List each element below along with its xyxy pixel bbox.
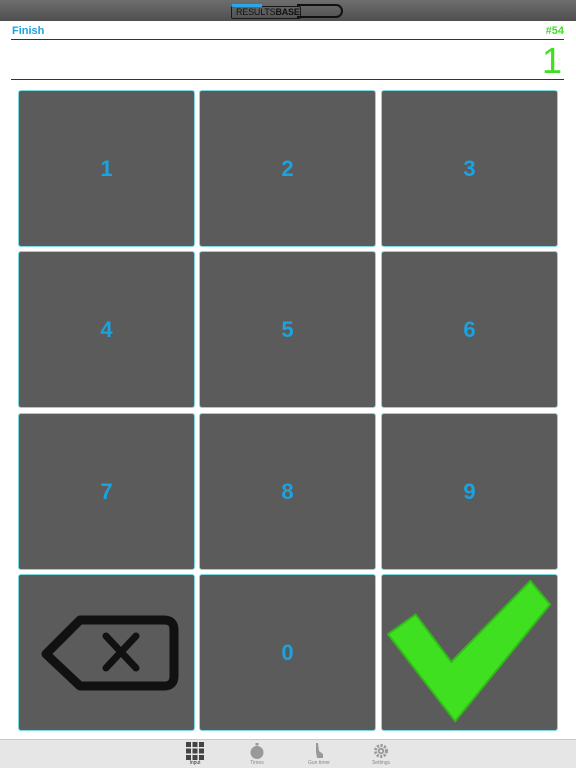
- divider: [11, 39, 564, 40]
- key-2[interactable]: 2: [199, 90, 376, 247]
- resultsbase-logo: RESULTSBASE: [231, 2, 345, 20]
- key-0[interactable]: 0: [199, 574, 376, 731]
- tab-label: Input: [189, 760, 201, 766]
- tab-times[interactable]: Times: [232, 740, 282, 768]
- stopwatch-icon: [250, 743, 264, 759]
- key-9[interactable]: 9: [381, 413, 558, 570]
- starter-pistol-icon: [316, 743, 323, 758]
- tab-settings[interactable]: Settings: [356, 740, 406, 768]
- key-5[interactable]: 5: [199, 251, 376, 408]
- confirm-button[interactable]: [381, 574, 558, 731]
- key-6[interactable]: 6: [381, 251, 558, 408]
- tab-label: Settings: [371, 760, 391, 766]
- tab-bar: Input Times Gun timer Settings: [0, 739, 576, 768]
- key-7[interactable]: 7: [18, 413, 195, 570]
- mode-label: Finish: [12, 25, 45, 37]
- tab-gun-timer[interactable]: Gun timer: [294, 740, 344, 768]
- tab-input[interactable]: Input: [170, 740, 220, 768]
- key-3[interactable]: 3: [381, 90, 558, 247]
- backspace-icon: [41, 615, 178, 690]
- count-label: #54: [545, 25, 564, 37]
- key-4[interactable]: 4: [18, 251, 195, 408]
- header: Finish #54: [0, 21, 576, 40]
- top-bar: RESULTSBASE: [0, 0, 576, 21]
- tab-label: Times: [250, 760, 264, 766]
- tab-label: Gun timer: [308, 760, 330, 766]
- gear-icon: [374, 744, 388, 758]
- key-1[interactable]: 1: [18, 90, 195, 247]
- grid-icon: [186, 742, 204, 760]
- entry-display: 1: [541, 40, 562, 81]
- keypad: 1 2 3 4 5 6 7 8 9 0: [18, 90, 558, 731]
- key-8[interactable]: 8: [199, 413, 376, 570]
- divider: [11, 79, 564, 80]
- checkmark-icon: [386, 579, 552, 723]
- delete-button[interactable]: [18, 574, 195, 731]
- logo-text: RESULTSBASE: [236, 7, 300, 17]
